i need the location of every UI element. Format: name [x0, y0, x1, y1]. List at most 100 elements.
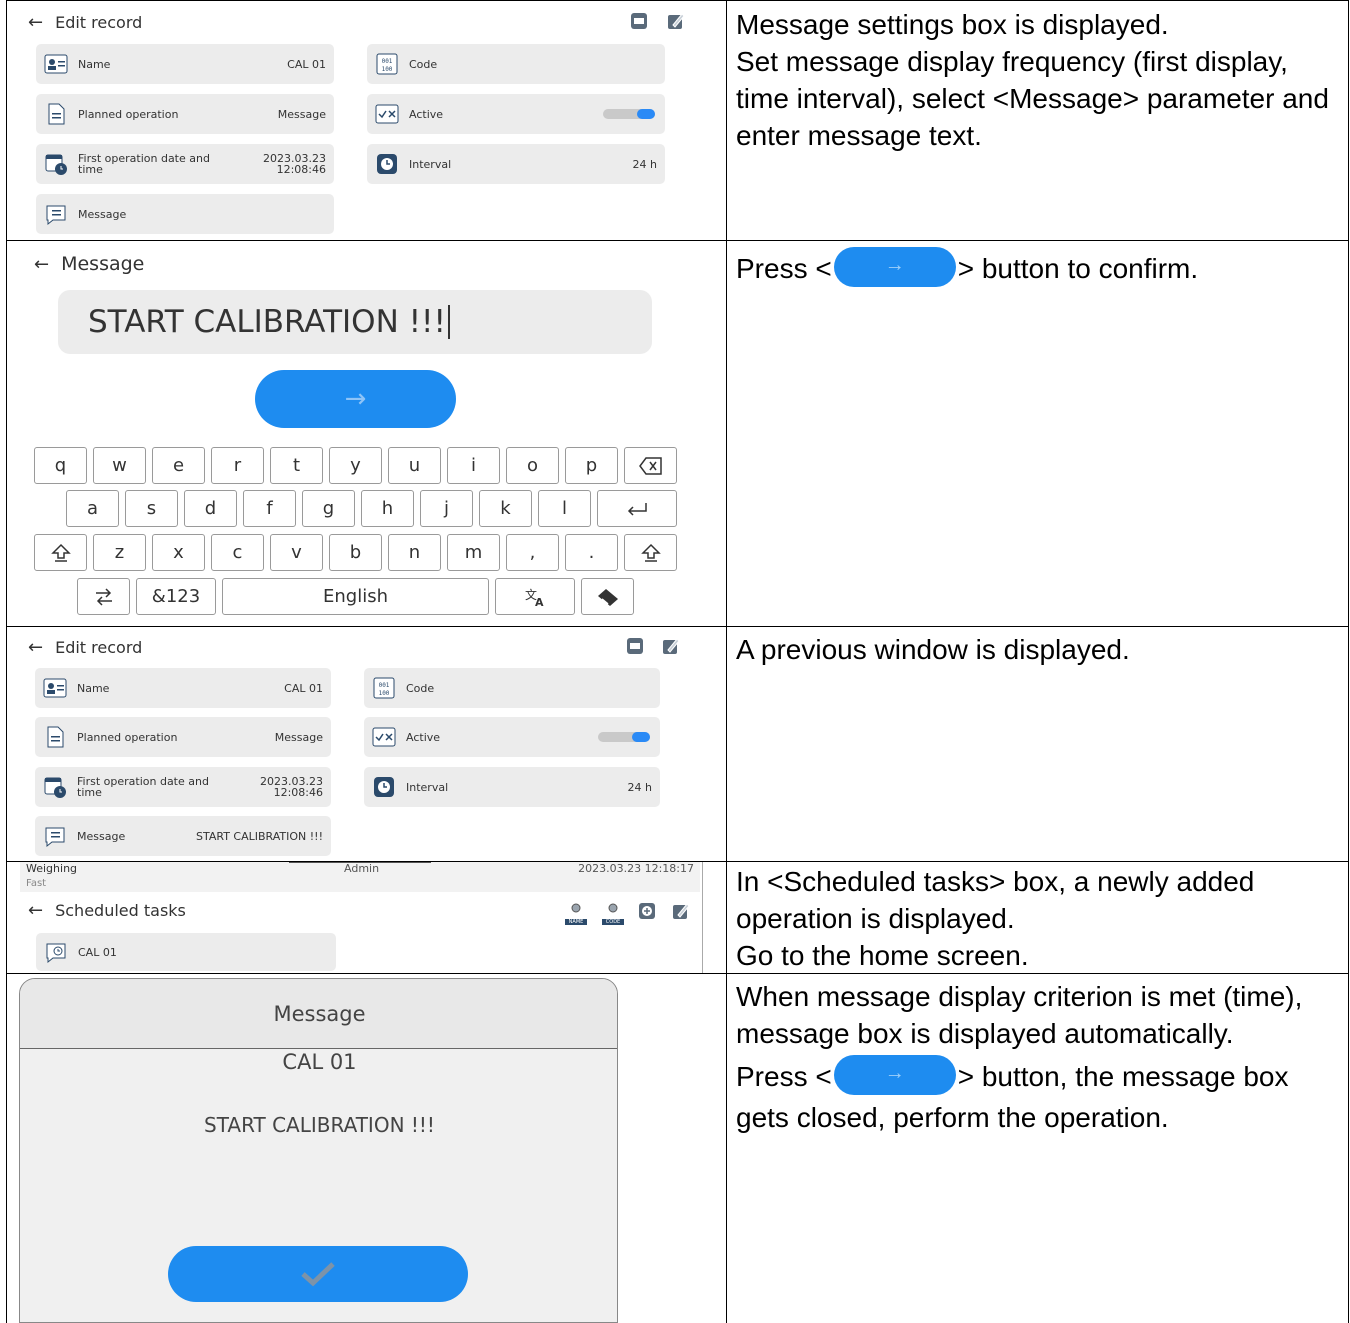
key[interactable]: z [93, 534, 146, 571]
status-mode: Weighing [26, 862, 78, 875]
svg-text:001: 001 [379, 682, 390, 689]
key[interactable]: p [565, 447, 618, 484]
code-field[interactable]: 001 100 Code [367, 44, 665, 84]
first-operation-field[interactable]: First operation date and time 2023.03.23 1… [35, 767, 331, 807]
key[interactable]: a [66, 490, 119, 527]
name-field[interactable]: Name CAL 01 [35, 668, 331, 708]
back-arrow-icon[interactable]: ← [28, 12, 43, 33]
active-field[interactable]: Active [364, 717, 660, 757]
print-icon[interactable] [630, 12, 648, 30]
key[interactable]: x [152, 534, 205, 571]
name-field[interactable]: Name CAL 01 [36, 44, 334, 84]
interval-field[interactable]: Interval 24 h [367, 144, 665, 184]
message-field[interactable]: Message [36, 194, 334, 234]
back-arrow-icon[interactable]: ← [28, 637, 43, 658]
dialog-task-name: CAL 01 [282, 1050, 357, 1074]
key[interactable]: e [152, 447, 205, 484]
tab-key[interactable] [77, 578, 130, 615]
back-arrow-icon[interactable]: ← [34, 254, 49, 275]
active-field[interactable]: Active [367, 94, 665, 134]
shift-icon [50, 543, 71, 562]
message-dialog: Message CAL 01 START CALIBRATION !!! [19, 978, 618, 1323]
calendar-clock-icon [44, 777, 66, 798]
screen-header: ← Message [34, 253, 144, 275]
translate-icon: 文A [525, 587, 544, 607]
backspace-key[interactable] [624, 447, 677, 484]
row1-instructions: Message settings box is displayed. Set m… [736, 9, 1329, 151]
tab-switch-icon [95, 587, 112, 606]
key[interactable]: s [125, 490, 178, 527]
key[interactable]: m [447, 534, 500, 571]
backspace-icon [638, 456, 662, 475]
add-icon[interactable] [638, 902, 656, 920]
key[interactable]: h [361, 490, 414, 527]
svg-text:001: 001 [382, 58, 393, 65]
active-toggle[interactable] [598, 732, 650, 742]
first-operation-field[interactable]: First operation date and time 2023.03.23 1… [36, 144, 334, 184]
screen-message-keyboard: ← Message START CALIBRATION !!! → q w e … [0, 241, 720, 626]
key[interactable]: d [184, 490, 237, 527]
search-name-button[interactable]: NAME [565, 900, 587, 925]
code-field[interactable]: 001 100 Code [364, 668, 660, 708]
key[interactable]: i [447, 447, 500, 484]
key[interactable]: , [506, 534, 559, 571]
svg-text:100: 100 [379, 690, 390, 697]
name-card-icon [44, 54, 68, 74]
hide-keyboard-key[interactable] [581, 578, 634, 615]
inline-arrow-button: → [833, 246, 956, 287]
numbers-key[interactable]: &123 [136, 578, 216, 615]
planned-operation-field[interactable]: Planned operation Message [36, 94, 334, 134]
message-input[interactable]: START CALIBRATION !!! [58, 290, 652, 354]
message-icon [46, 205, 66, 226]
document-icon [48, 103, 65, 125]
key[interactable]: c [211, 534, 264, 571]
shift-key-right[interactable] [624, 534, 677, 571]
row4-instructions: In <Scheduled tasks> box, a newly added … [736, 866, 1255, 971]
space-key[interactable]: English [222, 578, 489, 615]
enter-key[interactable] [597, 490, 677, 527]
interval-field[interactable]: Interval 24 h [364, 767, 660, 807]
screen-edit-record-2: ← Edit record Name CAL 01 001 100 Code Pl… [0, 627, 720, 861]
ok-button[interactable] [168, 1246, 468, 1302]
task-item[interactable]: CAL 01 [36, 933, 336, 971]
message-field[interactable]: Message START CALIBRATION !!! [35, 816, 331, 856]
language-key[interactable]: 文A [495, 578, 575, 615]
key[interactable]: . [565, 534, 618, 571]
key[interactable]: y [329, 447, 382, 484]
key[interactable]: k [479, 490, 532, 527]
svg-text:100: 100 [382, 66, 393, 73]
table-border-right [1348, 0, 1349, 1323]
key[interactable]: j [420, 490, 473, 527]
screen-header: ← Scheduled tasks [28, 900, 186, 921]
key[interactable]: r [211, 447, 264, 484]
key[interactable]: u [388, 447, 441, 484]
print-icon[interactable] [626, 637, 644, 655]
edit-icon[interactable] [667, 12, 685, 30]
key[interactable]: g [302, 490, 355, 527]
screen-scheduled-tasks: Weighing Fast Admin 2023.03.23 12:18:17 … [0, 862, 720, 973]
key[interactable]: w [93, 447, 146, 484]
shift-key-left[interactable] [34, 534, 87, 571]
back-arrow-icon[interactable]: ← [28, 900, 43, 921]
edit-icon[interactable] [662, 637, 680, 655]
key[interactable]: l [538, 490, 591, 527]
screen-edit-record-1: ← Edit record Name CAL 01 001 100 Code Pl… [0, 0, 720, 240]
check-cross-icon [372, 727, 396, 747]
active-toggle[interactable] [603, 109, 655, 119]
key[interactable]: f [243, 490, 296, 527]
key[interactable]: v [270, 534, 323, 571]
key[interactable]: n [388, 534, 441, 571]
search-code-button[interactable]: CODE [602, 900, 624, 925]
status-sub: Fast [26, 878, 47, 889]
screen-edge [702, 862, 703, 973]
confirm-button[interactable]: → [255, 370, 456, 428]
clock-icon [377, 154, 397, 174]
key[interactable]: o [506, 447, 559, 484]
document-icon [47, 726, 64, 748]
planned-operation-field[interactable]: Planned operation Message [35, 717, 331, 757]
header-title: Edit record [55, 13, 143, 32]
key[interactable]: q [34, 447, 87, 484]
key[interactable]: b [329, 534, 382, 571]
key[interactable]: t [270, 447, 323, 484]
edit-icon[interactable] [672, 902, 690, 920]
